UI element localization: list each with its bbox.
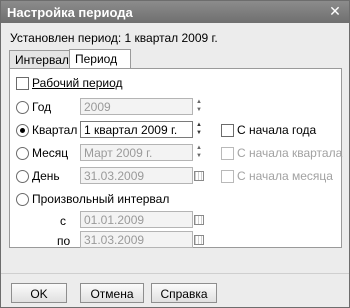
calendar-icon xyxy=(194,215,204,225)
from-year-start-label: С начала года xyxy=(237,123,317,137)
custom-interval-label: Произвольный интервал xyxy=(32,192,170,206)
tab-period[interactable]: Период xyxy=(69,49,131,70)
calendar-icon xyxy=(194,171,204,181)
current-period-status: Установлен период: 1 квартал 2009 г. xyxy=(10,31,218,45)
from-label: с xyxy=(60,214,66,228)
to-date-field[interactable]: 31.03.2009 xyxy=(80,231,193,248)
ok-button[interactable]: OK xyxy=(11,283,67,303)
month-label: Месяц xyxy=(32,146,69,160)
from-date-field[interactable]: 01.01.2009 xyxy=(80,211,193,228)
close-icon[interactable]: ✕ xyxy=(327,3,343,19)
quarter-radio[interactable] xyxy=(16,124,29,137)
day-calendar-button[interactable] xyxy=(192,168,204,183)
title-bar: Настройка периода ✕ xyxy=(1,1,349,23)
day-label: День xyxy=(32,169,60,183)
cancel-button[interactable]: Отмена xyxy=(80,283,144,303)
year-field[interactable]: 2009 xyxy=(80,98,193,115)
to-calendar-button[interactable] xyxy=(192,232,204,247)
month-radio[interactable] xyxy=(16,147,29,160)
from-calendar-button[interactable] xyxy=(192,212,204,227)
working-period-checkbox[interactable] xyxy=(16,77,29,90)
year-label: Год xyxy=(32,100,52,114)
period-tab-panel: Рабочий период Год 2009 ▲ ▼ Квартал 1 кв… xyxy=(9,68,342,248)
to-label: по xyxy=(57,234,71,248)
spin-up-icon[interactable]: ▲ xyxy=(193,98,205,106)
spin-up-icon[interactable]: ▲ xyxy=(193,121,205,129)
year-spinner[interactable]: ▲ ▼ xyxy=(193,98,205,115)
day-radio[interactable] xyxy=(16,170,29,183)
month-spinner[interactable]: ▲ ▼ xyxy=(193,144,205,161)
radio-selected-dot xyxy=(20,128,25,133)
year-radio[interactable] xyxy=(16,101,29,114)
quarter-field[interactable]: 1 квартал 2009 г. xyxy=(80,121,193,138)
help-button[interactable]: Справка xyxy=(151,283,217,303)
from-quarter-start-label: С начала квартала xyxy=(237,146,343,160)
month-field[interactable]: Март 2009 г. xyxy=(80,144,193,161)
window-title: Настройка периода xyxy=(7,5,133,20)
calendar-icon xyxy=(194,235,204,245)
custom-interval-radio[interactable] xyxy=(16,193,29,206)
footer-divider xyxy=(1,273,349,274)
period-settings-dialog: Настройка периода ✕ Установлен период: 1… xyxy=(0,0,350,308)
from-month-start-checkbox[interactable] xyxy=(221,170,234,183)
spin-down-icon[interactable]: ▼ xyxy=(193,152,205,160)
spin-down-icon[interactable]: ▼ xyxy=(193,129,205,137)
quarter-spinner[interactable]: ▲ ▼ xyxy=(193,121,205,138)
tab-interval[interactable]: Интервал xyxy=(9,50,77,69)
from-quarter-start-checkbox[interactable] xyxy=(221,147,234,160)
working-period-label: Рабочий период xyxy=(32,76,123,90)
from-month-start-label: С начала месяца xyxy=(237,169,333,183)
quarter-label: Квартал xyxy=(32,123,78,137)
spin-down-icon[interactable]: ▼ xyxy=(193,106,205,114)
from-year-start-checkbox[interactable] xyxy=(221,124,234,137)
spin-up-icon[interactable]: ▲ xyxy=(193,144,205,152)
day-field[interactable]: 31.03.2009 xyxy=(80,167,193,184)
